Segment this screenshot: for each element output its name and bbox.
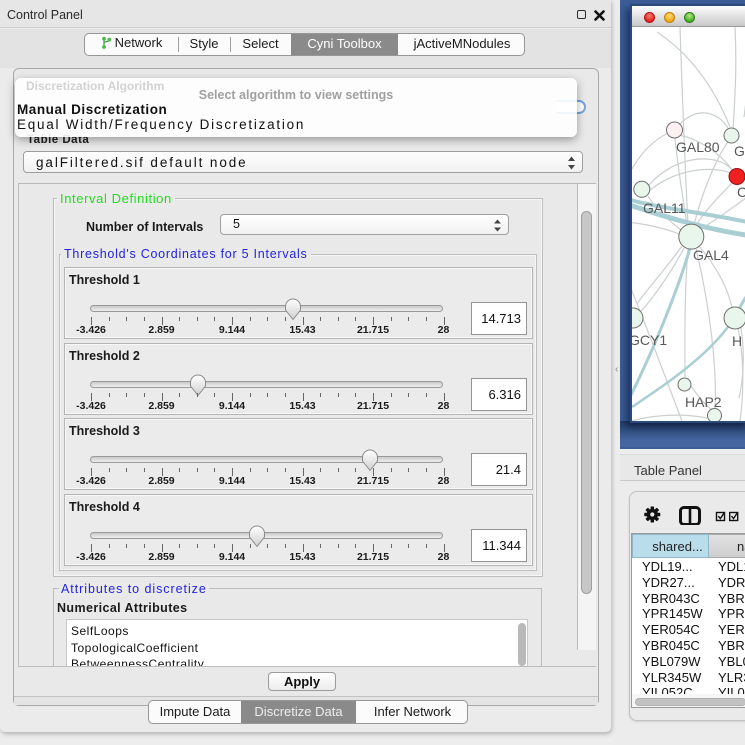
svg-text:HAP2: HAP2 [685,394,722,410]
svg-text:GAL4: GAL4 [693,247,729,263]
svg-text:GAL80: GAL80 [676,139,720,155]
svg-text:C: C [737,184,745,200]
svg-text:G.: G. [734,143,745,159]
svg-text:H: H [732,333,742,349]
svg-text:GCY1: GCY1 [632,332,667,348]
svg-text:GAL11: GAL11 [643,200,686,216]
